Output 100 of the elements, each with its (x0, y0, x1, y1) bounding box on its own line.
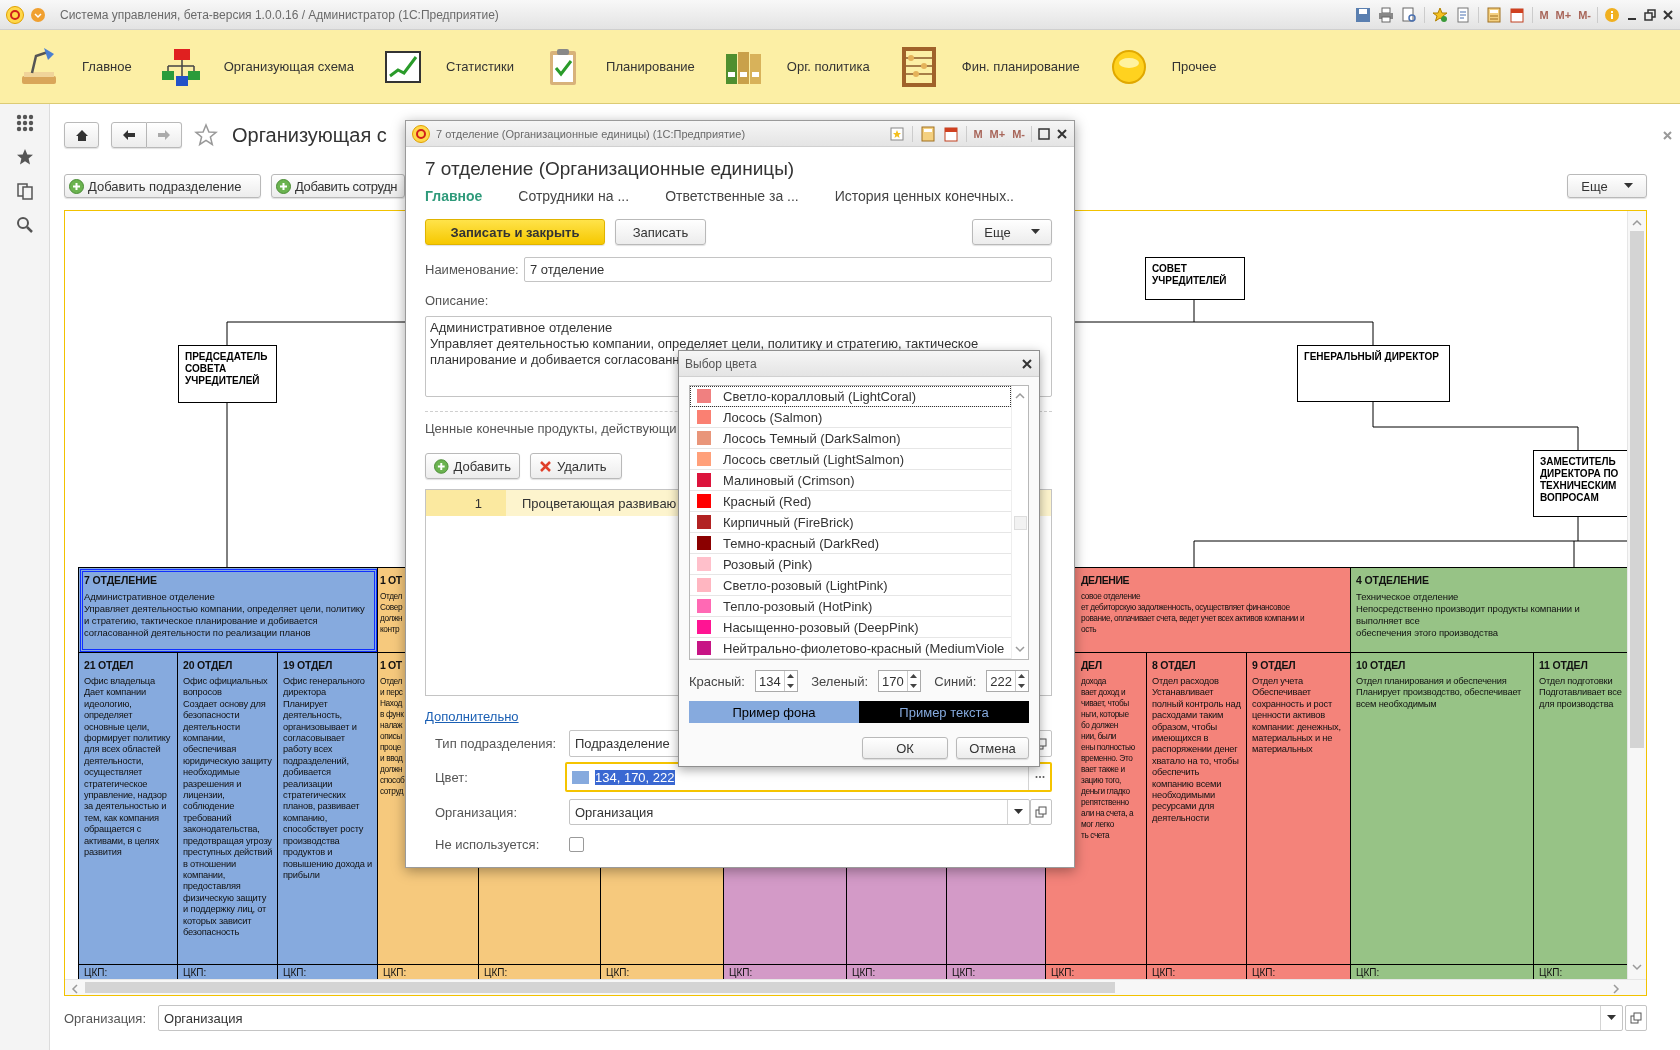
save-close-button[interactable]: Записать и закрыть (425, 219, 605, 245)
color-option[interactable]: Красный (Red) (690, 491, 1011, 512)
color-option[interactable]: Лосось светлый (LightSalmon) (690, 449, 1011, 470)
more-button[interactable]: Еще (1567, 174, 1647, 198)
product-label: ЦКП: (484, 967, 508, 978)
page-title: Организующая с (232, 123, 387, 147)
field-label: Синий: (934, 673, 977, 689)
color-option[interactable]: Лосось Темный (DarkSalmon) (690, 428, 1011, 449)
color-option[interactable]: Светло-розовый (LightPink) (690, 575, 1011, 596)
scroll-down-icon (1014, 643, 1026, 655)
department-description: Техническое отделение Непосредственно производит продукты компании и выполняет все обеспечения этого производства (1356, 591, 1581, 639)
product-label: ЦКП: (1252, 967, 1276, 978)
department-title: 1 ОТ (380, 574, 402, 587)
close-icon[interactable] (1021, 357, 1033, 370)
section-tab[interactable]: Орг. политика (722, 45, 870, 88)
section-tab[interactable]: Планирование (542, 45, 695, 88)
color-option[interactable]: Малиновый (Crimson) (690, 470, 1011, 491)
field-label: Цвет: (435, 769, 469, 785)
name-field[interactable]: 7 отделение (524, 257, 1052, 282)
restore-icon[interactable] (1644, 8, 1656, 21)
memory-button[interactable]: M (973, 127, 983, 140)
close-icon[interactable] (1662, 8, 1674, 21)
calendar-icon[interactable] (1509, 6, 1526, 23)
document-icon[interactable] (1455, 6, 1472, 23)
organization-field[interactable]: Организация (158, 1005, 1623, 1031)
color-option[interactable]: Темно-красный (DarkRed) (690, 533, 1011, 554)
section-tab[interactable]: Прочее (1107, 45, 1217, 88)
tab[interactable]: История ценных конечных.. (834, 188, 1014, 204)
star-icon[interactable] (15, 148, 34, 166)
cancel-button[interactable]: Отмена (956, 737, 1029, 759)
memory-button[interactable]: M (1539, 8, 1549, 21)
calendar-icon[interactable] (943, 125, 960, 142)
memory-button[interactable]: M- (1012, 127, 1025, 140)
department-title: 9 ОТДЕЛ (1252, 659, 1297, 672)
search-icon[interactable] (15, 216, 34, 234)
section-tab[interactable]: Главное (18, 45, 132, 88)
add-button[interactable]: Добавить подразделение (64, 174, 261, 198)
department-title: ДЕЛЕНИЕ (1081, 574, 1131, 587)
memory-button[interactable]: M+ (1555, 8, 1572, 21)
preview-icon[interactable] (1401, 6, 1418, 23)
field-label: Описание: (425, 292, 489, 308)
more-button[interactable]: Еще (972, 219, 1052, 245)
menu-icon[interactable] (30, 6, 46, 23)
star-outline-icon[interactable] (194, 123, 218, 147)
open-button[interactable] (1030, 799, 1052, 825)
number-spinner[interactable]: 134 (754, 670, 798, 692)
section-tab[interactable]: Организующая схема (159, 45, 355, 88)
color-option[interactable]: Тепло-розовый (HotPink) (690, 596, 1011, 617)
color-option[interactable]: Светло-коралловый (LightCoral) (690, 386, 1011, 407)
color-option[interactable]: Насыщенно-розовый (DeepPink) (690, 617, 1011, 638)
favorite-icon[interactable] (1432, 6, 1449, 23)
scrollbar-thumb[interactable] (1630, 231, 1644, 748)
org-node: ГЕНЕРАЛЬНЫЙ ДИРЕКТОР (1297, 345, 1450, 402)
product-label: ЦКП: (383, 967, 407, 978)
printer-icon[interactable] (1378, 6, 1395, 23)
product-label: ЦКП: (283, 967, 307, 978)
add-button[interactable]: Добавить сотрудн (271, 174, 405, 198)
home-button[interactable] (64, 122, 99, 148)
memory-button[interactable]: M+ (989, 127, 1006, 140)
department-title: 19 ОТДЕЛ (283, 659, 334, 672)
organization-field[interactable]: Организация (569, 799, 1030, 825)
spin-up-icon (1018, 674, 1026, 678)
checkbox[interactable] (569, 836, 584, 852)
more-link[interactable]: Дополнительно (425, 708, 519, 724)
apps-grid-icon[interactable] (15, 114, 34, 132)
close-icon[interactable] (1056, 127, 1068, 140)
color-name: Тепло-розовый (HotPink) (723, 598, 873, 614)
spin-up-icon (787, 674, 795, 678)
calculator-icon[interactable] (1486, 6, 1503, 23)
ellipsis-icon (1034, 775, 1045, 779)
save-button[interactable]: Записать (615, 219, 706, 245)
color-option[interactable]: Нейтрально-фиолетово-красный (MediumViole (690, 638, 1011, 659)
add-button[interactable]: Добавить (425, 453, 520, 479)
number-spinner[interactable]: 170 (878, 670, 921, 692)
maximize-icon[interactable] (1038, 127, 1050, 140)
memory-button[interactable]: M- (1578, 8, 1591, 21)
delete-button[interactable]: Удалить (530, 453, 622, 479)
color-option[interactable]: Лосось (Salmon) (690, 407, 1011, 428)
copy-icon[interactable] (15, 182, 34, 200)
scrollbar-thumb[interactable] (85, 982, 1115, 993)
section-tab[interactable]: Статистики (382, 45, 515, 88)
color-option[interactable]: Розовый (Pink) (690, 554, 1011, 575)
color-name: Кирпичный (FireBrick) (723, 514, 854, 530)
product-label: ЦКП: (852, 967, 876, 978)
back-button[interactable] (111, 122, 147, 148)
scrollbar-thumb[interactable] (1013, 515, 1027, 530)
field-label: Организация: (64, 1010, 147, 1026)
section-tab[interactable]: Фин. планирование (897, 45, 1080, 88)
tab[interactable]: Ответственные за ... (665, 188, 799, 204)
app-logo-icon (412, 124, 430, 143)
tab[interactable]: Сотрудники на ... (518, 188, 630, 204)
ok-button[interactable]: ОК (862, 737, 948, 759)
open-button[interactable] (1625, 1005, 1647, 1031)
color-option[interactable]: Кирпичный (FireBrick) (690, 512, 1011, 533)
scroll-down-icon (1631, 961, 1643, 973)
product-label: ЦКП: (606, 967, 630, 978)
calculator-icon[interactable] (920, 125, 937, 142)
save-icon[interactable] (1355, 6, 1372, 23)
color-name: Лосось светлый (LightSalmon) (723, 451, 904, 467)
number-spinner[interactable]: 222 (986, 670, 1029, 692)
